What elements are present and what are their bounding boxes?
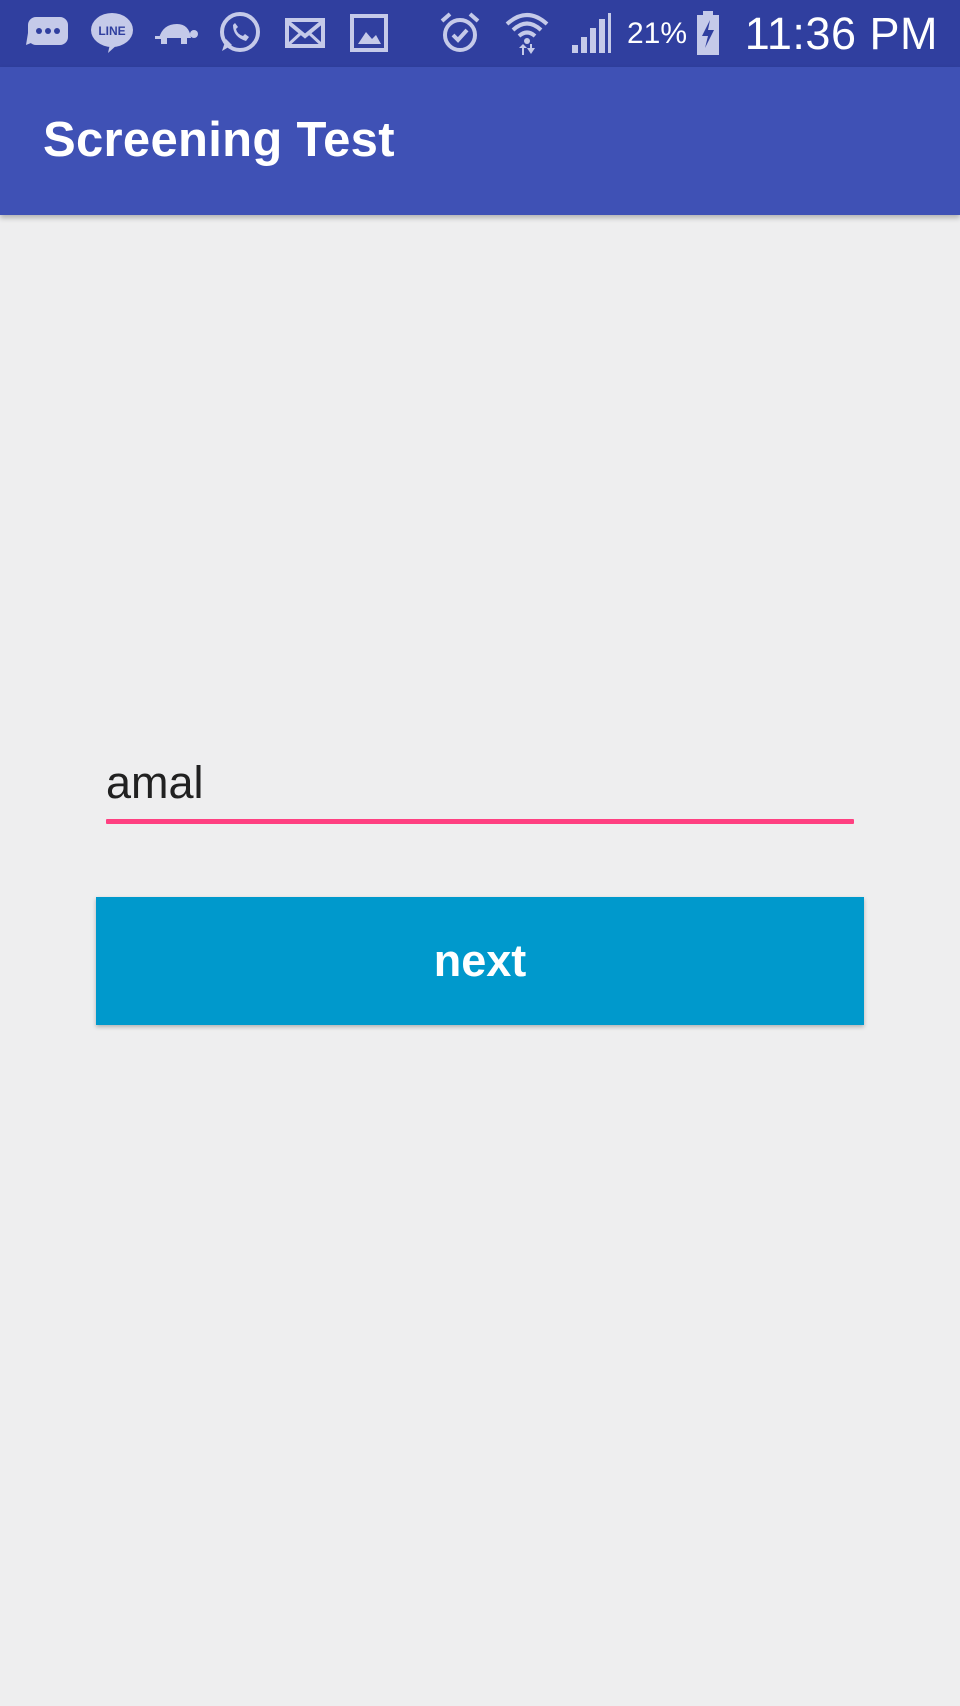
name-input-underline bbox=[106, 819, 854, 824]
app-bar: Screening Test bbox=[0, 67, 960, 215]
next-button[interactable]: next bbox=[96, 897, 864, 1025]
battery-percent: 21% bbox=[627, 17, 688, 50]
mail-icon bbox=[283, 10, 327, 56]
page-title: Screening Test bbox=[43, 113, 395, 167]
name-input[interactable] bbox=[106, 752, 854, 818]
signal-icon bbox=[567, 10, 613, 56]
alarm-icon bbox=[437, 10, 483, 56]
line-icon: LINE bbox=[89, 10, 135, 56]
clock: 11:36 PM bbox=[744, 8, 938, 59]
gallery-icon bbox=[347, 10, 391, 56]
wifi-icon bbox=[503, 10, 551, 56]
messages-icon bbox=[25, 10, 71, 56]
svg-text:LINE: LINE bbox=[98, 24, 125, 38]
battery-charging-icon bbox=[694, 10, 722, 56]
name-field[interactable] bbox=[106, 752, 854, 824]
status-bar: LINE 21% 11:36 PM bbox=[0, 0, 960, 67]
turtle-icon bbox=[153, 10, 199, 56]
whatsapp-icon bbox=[217, 10, 263, 56]
